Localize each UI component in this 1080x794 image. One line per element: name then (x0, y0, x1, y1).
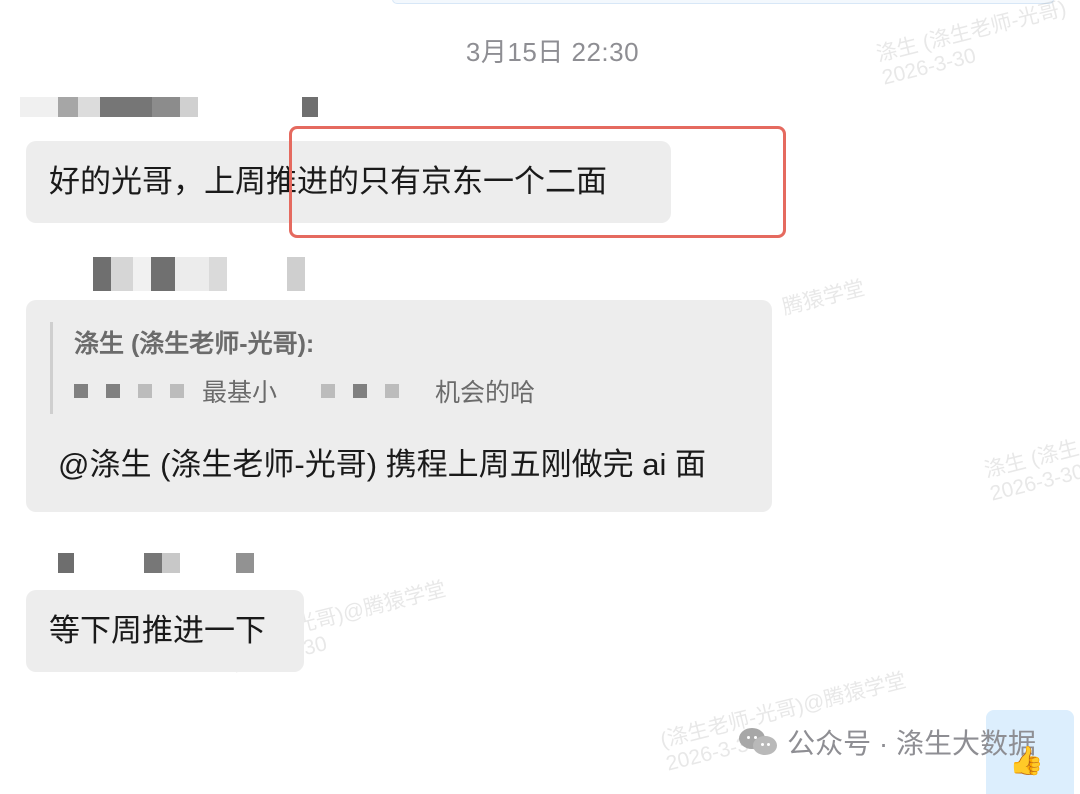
sender-name-redacted (58, 553, 254, 573)
previous-message-edge (392, 0, 1054, 4)
quoted-text-line: 最基小 机会的哈 (74, 374, 535, 408)
watermark-right: 涤生 (涤生 2026-3-30 (982, 437, 1080, 507)
message-timestamp: 3月15日 22:30 (465, 37, 640, 67)
redacted-text-block (106, 384, 120, 398)
sender-name-redacted (20, 97, 318, 117)
quoted-visible-text: 最基小 (202, 379, 278, 407)
redacted-text-block (353, 384, 368, 398)
highlight-annotation (289, 126, 786, 238)
redacted-text-block (74, 384, 88, 398)
redacted-text-block (170, 384, 184, 398)
quote-bar (50, 322, 53, 414)
wechat-icon (739, 726, 778, 758)
watermark-name-partial: 涤生 (涤生 (982, 436, 1080, 483)
public-account-label: 公众号 · 涤生大数据 (739, 722, 1036, 762)
message-text: 等下周推进一下 (49, 613, 266, 648)
public-account-name: 公众号 · 涤生大数据 (787, 728, 1036, 759)
redacted-text-block (385, 384, 400, 398)
thumbs-up-icon: 👍 (1009, 745, 1044, 776)
quoted-message-bubble: 涤生 (涤生老师-光哥): 最基小 机会的哈 @涤生 (涤生老师-光哥) 携程上… (26, 300, 772, 512)
watermark-date-right: 2026-3-30 (987, 460, 1080, 506)
message-bubble: 等下周推进一下 (26, 590, 304, 672)
watermark-middle: 腾猿学堂 (780, 277, 867, 321)
quote-author: 涤生 (涤生老师-光哥): (74, 330, 315, 358)
sender-name-redacted (93, 257, 305, 291)
redacted-text-block (138, 384, 152, 398)
watermark-brand: 腾猿学堂 (780, 276, 868, 320)
quoted-visible-text: 机会的哈 (435, 379, 536, 407)
redacted-text-block (321, 384, 336, 398)
message-text: @涤生 (涤生老师-光哥) 携程上周五刚做完 ai 面 (58, 447, 707, 482)
